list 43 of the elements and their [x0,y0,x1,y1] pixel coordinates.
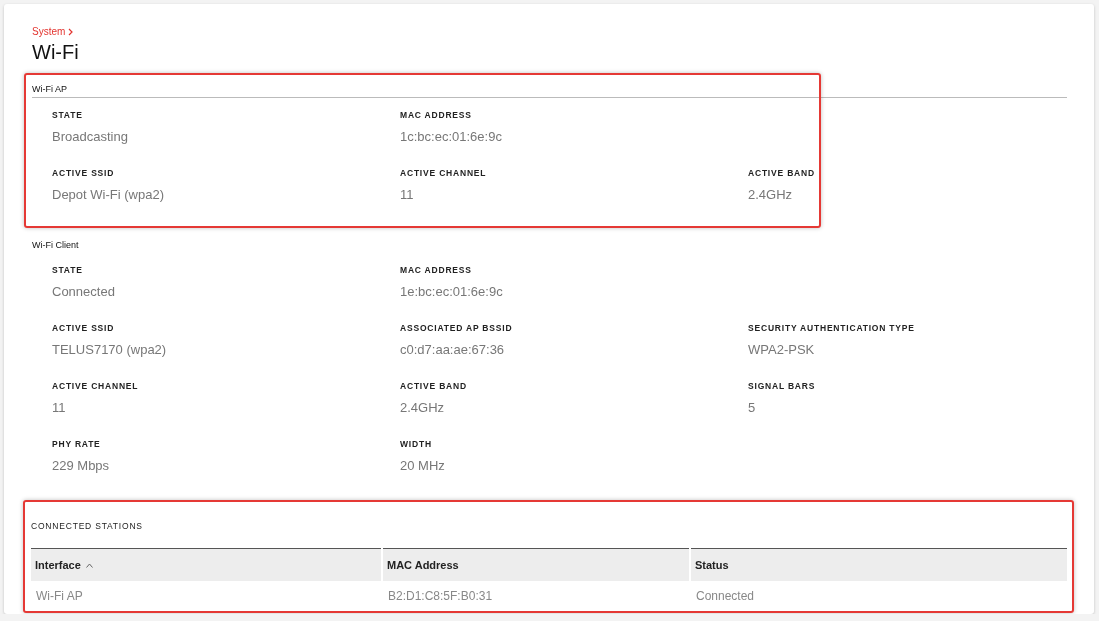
section-title: Wi-Fi AP [32,84,1067,98]
field-value: 11 [52,400,67,415]
field-label: STATE [52,265,84,275]
field-label: ACTIVE BAND [748,168,816,178]
column-header[interactable]: Status [691,548,1067,581]
field-value: 11 [400,187,415,202]
field-label: PHY RATE [52,439,102,449]
field-label: ASSOCIATED AP BSSID [400,323,514,333]
field-label: ACTIVE CHANNEL [52,381,140,391]
field-value: TELUS7170 (wpa2) [52,342,168,357]
field-value: Broadcasting [52,129,129,144]
page-title: Wi-Fi [32,41,80,64]
field-label: ACTIVE SSID [52,168,116,178]
field-value: 229 Mbps [52,458,111,473]
field-label: SECURITY AUTHENTICATION TYPE [748,323,916,333]
breadcrumb-link[interactable]: System [32,26,66,37]
column-header[interactable]: MAC Address [383,548,689,581]
field-value: Connected [52,284,116,299]
field-value: 2.4GHz [400,400,446,415]
field-value: 5 [748,400,757,415]
field-label: MAC ADDRESS [400,110,473,120]
section-title: Wi-Fi Client [32,240,80,252]
table-cell-text: B2:D1:C8:5F:B0:31 [387,588,494,605]
field-value: WPA2-PSK [748,342,816,357]
field-label: ACTIVE SSID [52,323,116,333]
chevron-right-icon [68,27,74,36]
table-cell-text: Connected [695,588,756,605]
field-label: STATE [52,110,84,120]
field-label: ACTIVE CHANNEL [400,168,488,178]
field-value: 2.4GHz [748,187,794,202]
field-label: SIGNAL BARS [748,381,817,391]
field-value: 1e:bc:ec:01:6e:9c [400,284,504,299]
field-label: ACTIVE BAND [400,381,468,391]
field-value: Depot Wi-Fi (wpa2) [52,187,165,202]
column-header[interactable]: Interface [31,548,381,581]
field-label: MAC ADDRESS [400,265,473,275]
field-value: 20 MHz [400,458,446,473]
field-label: WIDTH [400,439,433,449]
table-cell-text: Wi-Fi AP [35,588,84,605]
field-value: 1c:bc:ec:01:6e:9c [400,129,503,144]
table-title: CONNECTED STATIONS [31,520,144,533]
sort-ascending-icon [85,562,93,568]
field-value: c0:d7:aa:ae:67:36 [400,342,506,357]
